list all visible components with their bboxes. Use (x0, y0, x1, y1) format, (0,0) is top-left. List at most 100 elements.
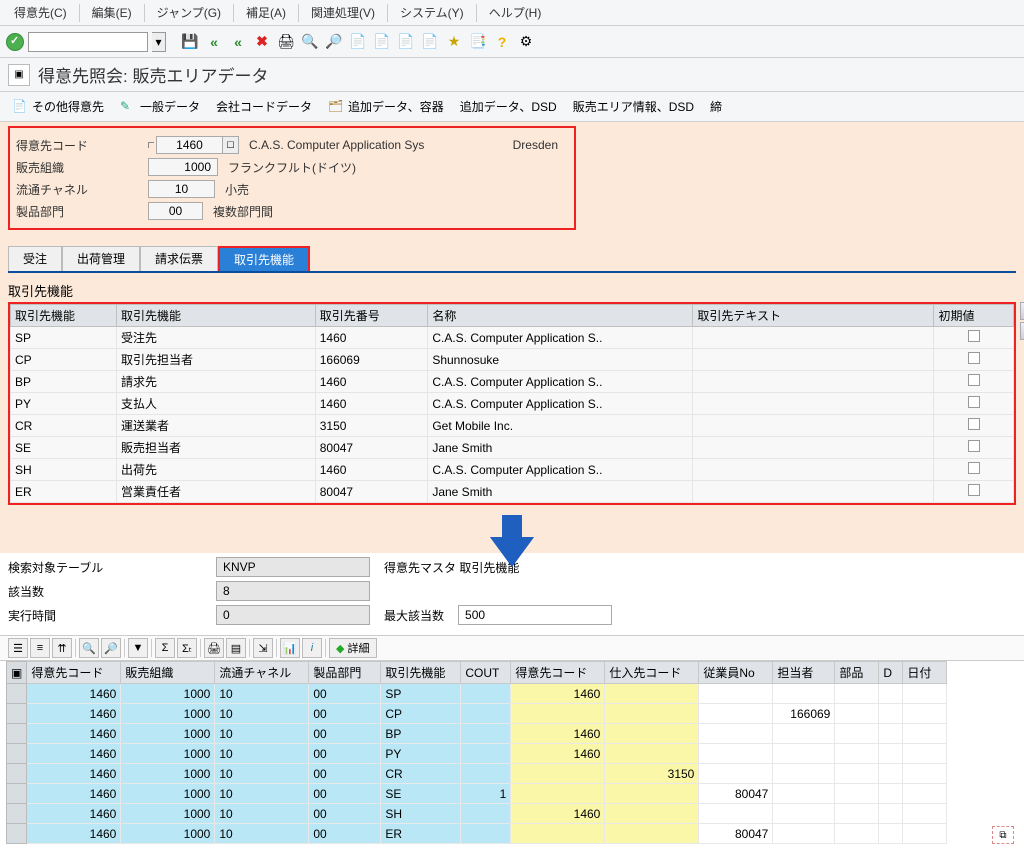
tab-billing[interactable]: 請求伝票 (140, 246, 218, 271)
find-icon-2[interactable]: 🔍 (79, 638, 99, 658)
tab-shipping[interactable]: 出荷管理 (62, 246, 140, 271)
cancel-icon[interactable]: ✖ (252, 32, 272, 52)
sort-asc-icon[interactable]: ⇈ (52, 638, 72, 658)
distch-desc: 小売 (225, 181, 249, 198)
action-company-data[interactable]: 会社コードデータ (210, 96, 318, 117)
shortcut-icon[interactable]: 📑 (468, 32, 488, 52)
last-page-icon[interactable]: 📄 (420, 32, 440, 52)
result-row[interactable]: 146010001000SP1460 (7, 684, 947, 704)
subtotal-icon[interactable]: Σₜ (177, 638, 197, 658)
menu-environment[interactable]: 関連処理(V) (303, 2, 383, 23)
customer-f4-icon[interactable]: ☐ (223, 136, 239, 154)
object-icon[interactable]: ▣ (8, 64, 30, 86)
rcol-distch[interactable]: 流通チャネル (215, 662, 309, 684)
deselect-icon[interactable]: ≡ (30, 638, 50, 658)
rcol-employee[interactable]: 従業員No (699, 662, 773, 684)
action-additional-container[interactable]: 🗂追加データ、容器 (322, 96, 450, 117)
action-closing[interactable]: 締 (704, 96, 728, 117)
rcol-salesorg[interactable]: 販売組織 (121, 662, 215, 684)
print-icon[interactable]: 🖨 (276, 32, 296, 52)
command-field[interactable] (28, 32, 148, 52)
find-next-icon[interactable]: 🔎 (324, 32, 344, 52)
action-sales-dsd[interactable]: 販売エリア情報、DSD (567, 96, 700, 117)
rcol-cout[interactable]: COUT (461, 662, 511, 684)
menu-extras[interactable]: 補足(A) (238, 2, 294, 23)
action-general-data[interactable]: ✎一般データ (114, 96, 206, 117)
filter-icon[interactable]: ▼ (128, 638, 148, 658)
rcol-division[interactable]: 製品部門 (309, 662, 381, 684)
copy-icon[interactable]: ⧉ (992, 826, 1014, 844)
partner-row[interactable]: SP受注先1460C.A.S. Computer Application S.. (11, 327, 1014, 349)
col-func-desc[interactable]: 取引先機能 (116, 305, 315, 327)
division-field[interactable]: 00 (148, 202, 203, 220)
menu-edit[interactable]: 編集(E) (84, 2, 140, 23)
partner-row[interactable]: CR運送業者3150Get Mobile Inc. (11, 415, 1014, 437)
find-icon[interactable]: 🔍 (300, 32, 320, 52)
result-row[interactable]: 146010001000ER80047 (7, 824, 947, 844)
save-icon[interactable]: 💾 (180, 32, 200, 52)
partner-section: 取引先機能 取引先機能 取引先機能 取引先番号 名称 取引先テキスト 初期値 (0, 273, 1024, 511)
rcol-partfunc[interactable]: 取引先機能 (381, 662, 461, 684)
table-settings-icon[interactable]: ▦ (1020, 302, 1024, 320)
tab-order[interactable]: 受注 (8, 246, 62, 271)
find-next-icon-2[interactable]: 🔎 (101, 638, 121, 658)
rcol-contact[interactable]: 担当者 (773, 662, 835, 684)
enter-icon[interactable] (6, 33, 24, 51)
sum-icon[interactable]: Σ (155, 638, 175, 658)
rcol-customer2[interactable]: 得意先コード (511, 662, 605, 684)
prev-page-icon[interactable]: 📄 (372, 32, 392, 52)
partner-row[interactable]: PY支払人1460C.A.S. Computer Application S.. (11, 393, 1014, 415)
menu-help[interactable]: ヘルプ(H) (481, 2, 550, 23)
salesorg-field[interactable]: 1000 (148, 158, 218, 176)
command-dropdown[interactable]: ▾ (152, 32, 166, 52)
partner-row[interactable]: CP取引先担当者166069Shunnosuke (11, 349, 1014, 371)
col-name[interactable]: 名称 (428, 305, 693, 327)
detail-button[interactable]: ◆ 詳細 (329, 638, 377, 658)
tab-partner-functions[interactable]: 取引先機能 (218, 246, 310, 271)
chart-icon[interactable]: 📊 (280, 638, 300, 658)
rcol-d[interactable]: D (879, 662, 903, 684)
result-row[interactable]: 146010001000SE180047 (7, 784, 947, 804)
result-row[interactable]: 146010001000CR3150 (7, 764, 947, 784)
result-row[interactable]: 146010001000BP1460 (7, 724, 947, 744)
col-default[interactable]: 初期値 (934, 305, 1014, 327)
col-partner-text[interactable]: 取引先テキスト (693, 305, 934, 327)
views-icon[interactable]: ▤ (226, 638, 246, 658)
menu-customer[interactable]: 得意先(C) (6, 2, 75, 23)
exit-icon[interactable]: « (228, 32, 248, 52)
result-select-col[interactable]: ▣ (7, 662, 27, 684)
search-table-field[interactable]: KNVP (216, 557, 370, 577)
select-all-icon[interactable]: ☰ (8, 638, 28, 658)
rcol-customer[interactable]: 得意先コード (27, 662, 121, 684)
back-icon[interactable]: « (204, 32, 224, 52)
layout-icon[interactable]: ⚙ (516, 32, 536, 52)
result-row[interactable]: 146010001000PY1460 (7, 744, 947, 764)
scroll-up-icon[interactable]: ▴ (1020, 322, 1024, 340)
result-row[interactable]: 146010001000CP166069 (7, 704, 947, 724)
rcol-date[interactable]: 日付 (903, 662, 947, 684)
partner-row[interactable]: SE販売担当者80047Jane Smith (11, 437, 1014, 459)
menu-system[interactable]: システム(Y) (392, 2, 472, 23)
label-salesorg: 販売組織 (16, 159, 118, 176)
action-other-customer[interactable]: 📄その他得意先 (6, 96, 110, 117)
action-additional-dsd[interactable]: 追加データ、DSD (454, 96, 563, 117)
maxhits-field[interactable]: 500 (458, 605, 612, 625)
menu-goto[interactable]: ジャンプ(G) (149, 2, 229, 23)
first-page-icon[interactable]: 📄 (348, 32, 368, 52)
col-partner-no[interactable]: 取引先番号 (315, 305, 428, 327)
distch-field[interactable]: 10 (148, 180, 215, 198)
col-func-code[interactable]: 取引先機能 (11, 305, 117, 327)
next-page-icon[interactable]: 📄 (396, 32, 416, 52)
partner-row[interactable]: BP請求先1460C.A.S. Computer Application S.. (11, 371, 1014, 393)
help-icon[interactable]: ? (492, 32, 512, 52)
partner-row[interactable]: ER営業責任者80047Jane Smith (11, 481, 1014, 503)
print-icon-2[interactable]: 🖨 (204, 638, 224, 658)
export-icon[interactable]: ⇲ (253, 638, 273, 658)
rcol-vendor[interactable]: 仕入先コード (605, 662, 699, 684)
partner-row[interactable]: SH出荷先1460C.A.S. Computer Application S.. (11, 459, 1014, 481)
customer-field[interactable]: 1460 (156, 136, 223, 154)
info-icon[interactable]: i (302, 638, 322, 658)
result-row[interactable]: 146010001000SH1460 (7, 804, 947, 824)
new-session-icon[interactable]: ★ (444, 32, 464, 52)
rcol-part[interactable]: 部品 (835, 662, 879, 684)
